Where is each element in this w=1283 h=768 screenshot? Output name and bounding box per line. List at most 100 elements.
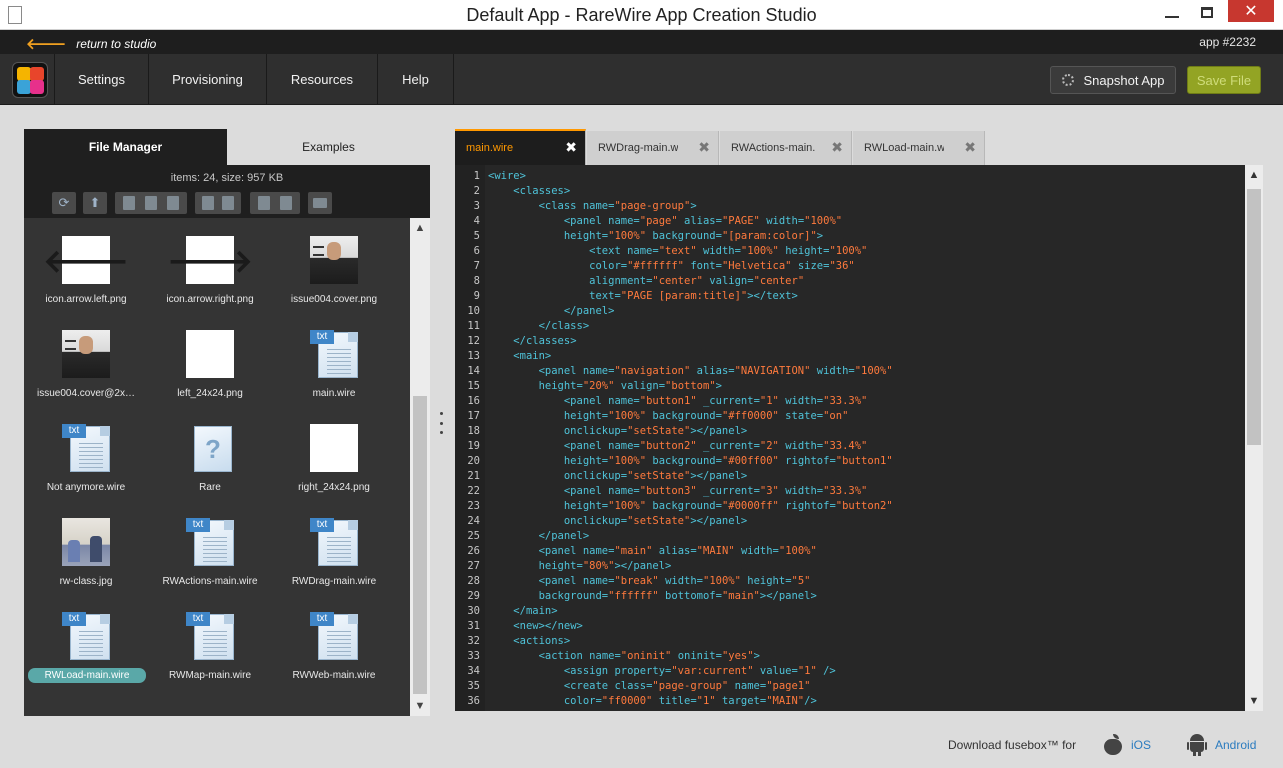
apple-body bbox=[1104, 739, 1122, 755]
close-tab-icon[interactable]: ✖ bbox=[964, 139, 976, 156]
code-line: 9 text="PAGE [param:title]"></text> bbox=[455, 289, 1245, 304]
file-item[interactable]: txt main.wire bbox=[272, 330, 396, 420]
file-name: right_24x24.png bbox=[298, 482, 370, 493]
photo-person bbox=[68, 540, 80, 562]
file-grid-scrollbar[interactable]: ▲ ▼ bbox=[410, 218, 430, 716]
main-navbar: Settings Provisioning Resources Help Sna… bbox=[0, 54, 1283, 105]
code-line: 31 <new></new> bbox=[455, 619, 1245, 634]
tab-main-wire[interactable]: main.wire ✖ bbox=[455, 129, 586, 165]
line-number: 15 bbox=[467, 380, 480, 392]
file-item[interactable]: txt RWLoad-main.wire bbox=[24, 612, 148, 702]
file-manager-header: items: 24, size: 957 KB ⟳ ⬆ bbox=[24, 165, 430, 218]
scroll-thumb[interactable] bbox=[1247, 189, 1261, 445]
file-fold bbox=[100, 426, 110, 436]
code-text: height="100%" background="[param:color]"… bbox=[563, 230, 824, 242]
tab-file-manager[interactable]: File Manager bbox=[24, 129, 227, 165]
ios-download-link[interactable]: iOS bbox=[1103, 731, 1151, 759]
save-file-button[interactable]: Save File bbox=[1187, 66, 1261, 94]
refresh-icon[interactable]: ⟳ bbox=[52, 192, 76, 214]
paste-icon[interactable] bbox=[280, 196, 292, 210]
line-number: 11 bbox=[467, 320, 480, 332]
tab-rwload-main[interactable]: RWLoad-main.wire ✖ bbox=[853, 131, 985, 165]
code-text: </class> bbox=[538, 320, 590, 332]
snapshot-app-button[interactable]: Snapshot App bbox=[1050, 66, 1176, 94]
tab-examples[interactable]: Examples bbox=[227, 129, 430, 165]
line-number: 12 bbox=[467, 335, 480, 347]
save-icon[interactable] bbox=[202, 196, 214, 210]
new-folder-icon[interactable] bbox=[145, 196, 157, 210]
close-tab-icon[interactable]: ✖ bbox=[565, 139, 577, 156]
code-text: <actions> bbox=[513, 635, 571, 647]
code-text: <panel name="navigation" alias="NAVIGATI… bbox=[538, 365, 893, 377]
file-item[interactable]: issue004.cover.png bbox=[272, 236, 396, 326]
code-line: 18 onclickup="setState"></panel> bbox=[455, 424, 1245, 439]
file-item[interactable]: issue004.cover@2x… bbox=[24, 330, 148, 420]
file-item[interactable]: rw-class.jpg bbox=[24, 518, 148, 608]
file-name: rw-class.jpg bbox=[59, 576, 113, 587]
scroll-thumb[interactable] bbox=[413, 396, 427, 694]
code-line: 25 </panel> bbox=[455, 529, 1245, 544]
file-item[interactable]: left_24x24.png bbox=[148, 330, 272, 420]
file-item[interactable]: txt Not anymore.wire bbox=[24, 424, 148, 514]
code-line: 22 <panel name="button3" _current="3" wi… bbox=[455, 484, 1245, 499]
new-file-icon[interactable] bbox=[123, 196, 135, 210]
line-number: 14 bbox=[467, 365, 480, 377]
scroll-down-icon[interactable]: ▼ bbox=[1245, 691, 1263, 711]
code-line: 26 <panel name="main" alias="MAIN" width… bbox=[455, 544, 1245, 559]
file-item[interactable]: txt RWMap-main.wire bbox=[148, 612, 272, 702]
panel-splitter-handle[interactable] bbox=[437, 412, 445, 434]
file-item[interactable]: txt RWActions-main.wire bbox=[148, 518, 272, 608]
code-line: 20 height="100%" background="#00ff00" ri… bbox=[455, 454, 1245, 469]
clipboard-group bbox=[250, 192, 300, 214]
file-item[interactable]: 🡐 icon.arrow.left.png bbox=[24, 236, 148, 326]
nav-provisioning[interactable]: Provisioning bbox=[149, 54, 267, 104]
text-file-icon: txt bbox=[310, 518, 358, 566]
text-file-icon: txt bbox=[310, 330, 358, 378]
apple-icon bbox=[1103, 734, 1123, 756]
nav-resources[interactable]: Resources bbox=[267, 54, 378, 104]
file-fold bbox=[100, 614, 110, 624]
txt-tag: txt bbox=[310, 518, 334, 532]
file-item[interactable]: ? Rare bbox=[148, 424, 272, 514]
upload-icon[interactable]: ⬆ bbox=[83, 192, 107, 214]
properties-icon[interactable] bbox=[313, 198, 327, 208]
nav-help[interactable]: Help bbox=[378, 54, 454, 104]
file-item[interactable]: 🡒 icon.arrow.right.png bbox=[148, 236, 272, 326]
nav-settings[interactable]: Settings bbox=[55, 54, 149, 104]
file-item[interactable]: txt RWWeb-main.wire bbox=[272, 612, 396, 702]
code-editor-scrollbar[interactable]: ▲ ▼ bbox=[1245, 165, 1263, 711]
txt-tag: txt bbox=[186, 612, 210, 626]
delete-icon[interactable] bbox=[167, 196, 179, 210]
tab-rwactions-main[interactable]: RWActions-main.wire ✖ bbox=[720, 131, 852, 165]
code-editor[interactable]: 1 <wire> 2 <classes> 3 <class name="page-gr… bbox=[455, 165, 1245, 711]
code-line: 34 <assign property="var:current" value=… bbox=[455, 664, 1245, 679]
close-window-button[interactable]: ✕ bbox=[1228, 0, 1274, 22]
scroll-up-icon[interactable]: ▲ bbox=[410, 218, 430, 238]
line-number: 2 bbox=[473, 185, 480, 197]
return-to-studio-link[interactable]: 🡐 return to studio bbox=[26, 34, 156, 53]
line-number: 34 bbox=[467, 665, 480, 677]
tab-rwdrag-main[interactable]: RWDrag-main.wire ✖ bbox=[587, 131, 719, 165]
scroll-down-icon[interactable]: ▼ bbox=[410, 696, 430, 716]
file-item[interactable]: txt RWDrag-main.wire bbox=[272, 518, 396, 608]
close-tab-icon[interactable]: ✖ bbox=[698, 139, 710, 156]
android-download-link[interactable]: Android bbox=[1187, 731, 1256, 759]
save-as-icon[interactable] bbox=[222, 196, 234, 210]
line-number: 18 bbox=[467, 425, 480, 437]
ios-label: iOS bbox=[1131, 738, 1152, 752]
unknown-file-icon: ? bbox=[186, 424, 234, 472]
android-label: Android bbox=[1215, 738, 1257, 752]
rarewire-logo-icon[interactable] bbox=[12, 62, 48, 98]
copy-icon[interactable] bbox=[258, 196, 270, 210]
line-number: 35 bbox=[467, 680, 480, 692]
code-text: <panel name="button2" _current="2" width… bbox=[563, 440, 868, 452]
close-tab-icon[interactable]: ✖ bbox=[831, 139, 843, 156]
question-mark-icon: ? bbox=[194, 426, 232, 472]
minimize-button[interactable] bbox=[1152, 0, 1192, 24]
scroll-up-icon[interactable]: ▲ bbox=[1245, 165, 1263, 185]
maximize-button[interactable] bbox=[1187, 0, 1227, 24]
code-line: 15 height="20%" valign="bottom"> bbox=[455, 379, 1245, 394]
code-text: <panel name="break" width="100%" height=… bbox=[538, 575, 811, 587]
code-line: 4 <panel name="page" alias="PAGE" width=… bbox=[455, 214, 1245, 229]
file-item[interactable]: right_24x24.png bbox=[272, 424, 396, 514]
